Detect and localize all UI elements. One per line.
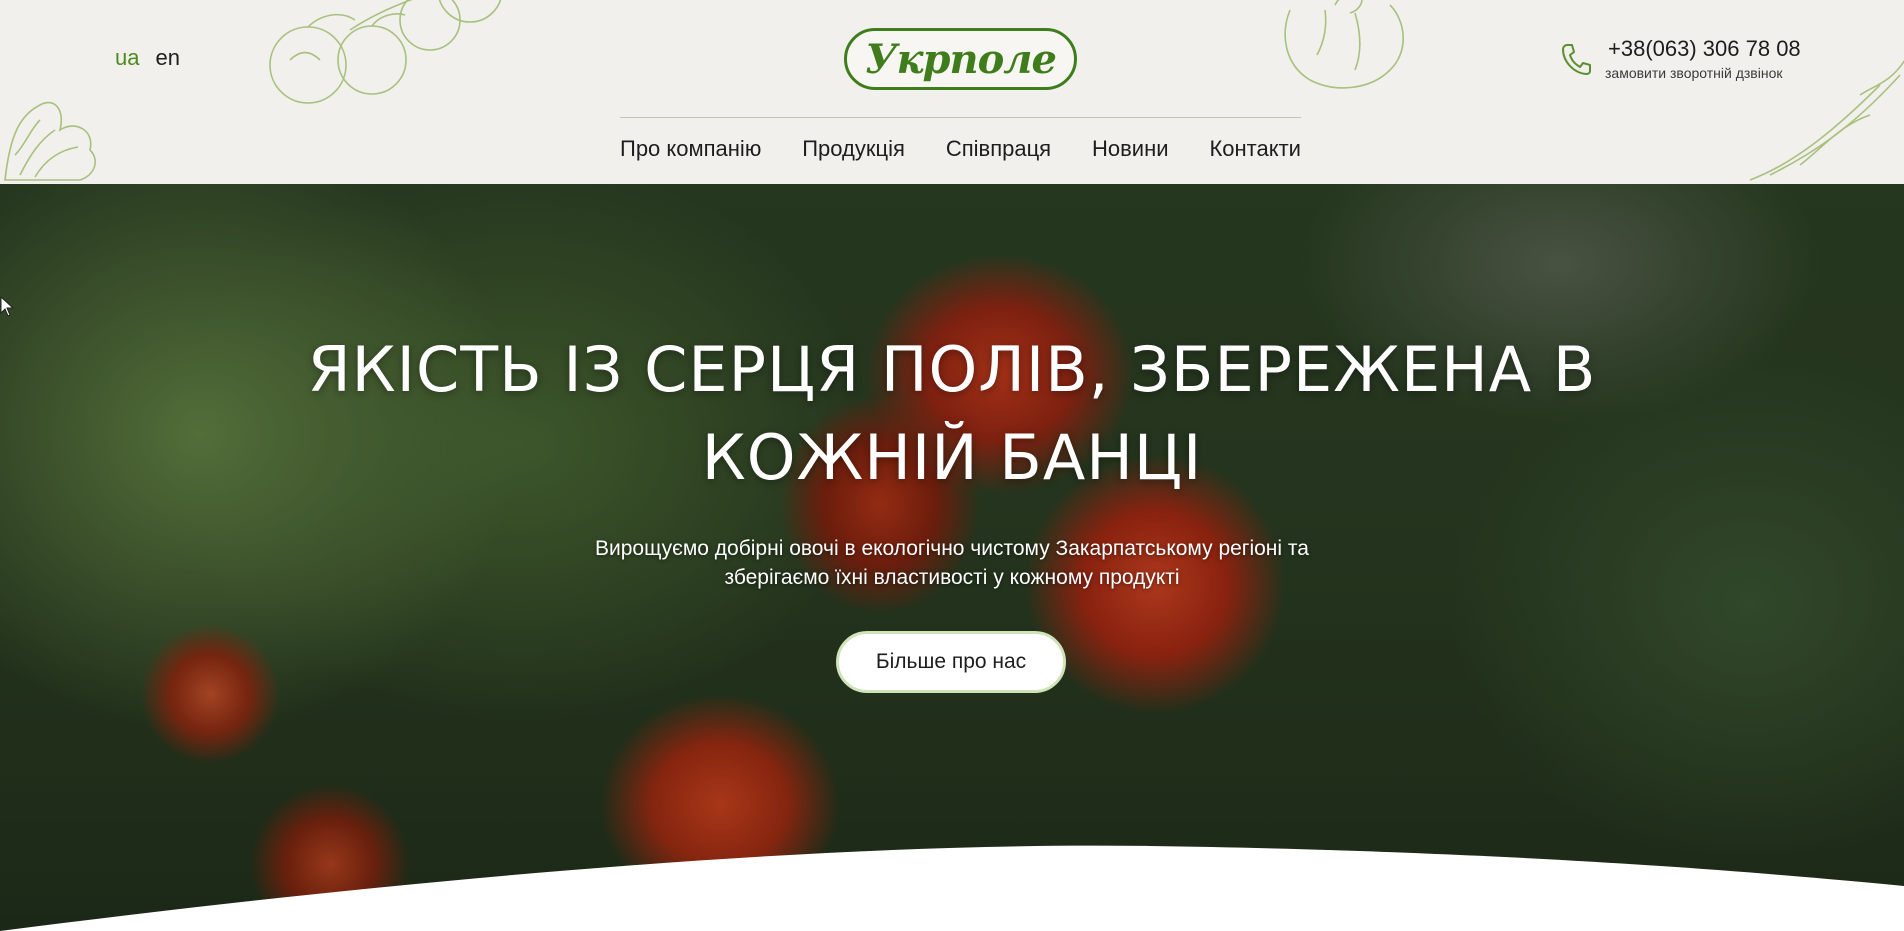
hero-title: ЯКІСТЬ ІЗ СЕРЦЯ ПОЛІВ, ЗБЕРЕЖЕНА В КОЖНІ… <box>300 326 1604 502</box>
lang-ua-link[interactable]: ua <box>115 45 139 71</box>
language-switcher: ua en <box>115 45 180 71</box>
nav-item-contacts[interactable]: Контакти <box>1209 136 1301 162</box>
callback-link[interactable]: замовити зворотній дзвінок <box>1605 65 1783 81</box>
hero-wave-divider <box>0 845 1904 931</box>
nav-divider <box>620 117 1301 118</box>
main-nav: Про компанію Продукція Співпраця Новини … <box>620 136 1301 162</box>
nav-item-cooperation[interactable]: Співпраця <box>946 136 1051 162</box>
hero-subtitle-line2: зберігаємо їхні властивості у кожному пр… <box>724 566 1180 589</box>
hero-title-line2: КОЖНІЙ БАНЦІ <box>701 421 1203 494</box>
more-about-us-button[interactable]: Більше про нас <box>836 631 1066 693</box>
phone-icon[interactable] <box>1560 42 1592 81</box>
mouse-cursor-icon <box>0 296 14 317</box>
site-header: ua en Укрполе Про компанію Продукція Спі… <box>0 0 1904 184</box>
logo-text: Укрполе <box>865 35 1057 83</box>
lang-en-link[interactable]: en <box>155 45 179 71</box>
hero-subtitle-line1: Вирощуємо добірні овочі в екологічно чис… <box>595 537 1309 560</box>
nav-item-news[interactable]: Новини <box>1092 136 1169 162</box>
nav-item-about[interactable]: Про компанію <box>620 136 761 162</box>
hero-title-line1: ЯКІСТЬ ІЗ СЕРЦЯ ПОЛІВ, ЗБЕРЕЖЕНА В <box>307 333 1597 406</box>
nav-item-products[interactable]: Продукція <box>802 136 905 162</box>
phone-number[interactable]: +38(063) 306 78 08 <box>1608 36 1801 62</box>
more-about-us-label: Більше про нас <box>875 650 1027 673</box>
pepper-sketch-icon <box>1265 0 1415 95</box>
tomato-branch-sketch-icon <box>260 0 540 120</box>
site-logo[interactable]: Укрполе <box>844 28 1077 90</box>
lettuce-sketch-icon <box>0 75 110 184</box>
hero-section: ЯКІСТЬ ІЗ СЕРЦЯ ПОЛІВ, ЗБЕРЕЖЕНА В КОЖНІ… <box>0 184 1904 931</box>
hero-subtitle: Вирощуємо добірні овочі в екологічно чис… <box>540 534 1364 592</box>
